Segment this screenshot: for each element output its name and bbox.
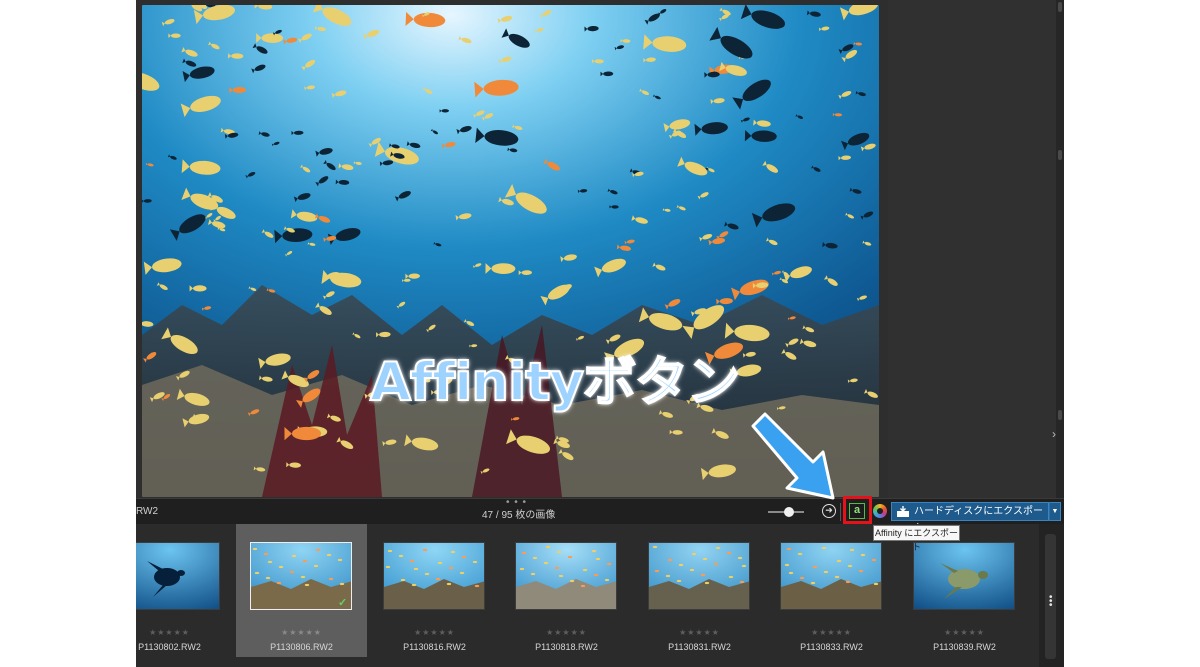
filmstrip-scrollbar[interactable]: • • • bbox=[1039, 524, 1064, 667]
thumbnail-filename: P1130818.RW2 bbox=[535, 642, 598, 652]
tooltip: Affinity にエクスポート bbox=[873, 525, 960, 552]
slider-knob[interactable] bbox=[784, 507, 794, 517]
check-icon: ✓ bbox=[338, 597, 348, 609]
export-to-hard-disk-button[interactable]: ハードディスクにエクスポート bbox=[891, 502, 1049, 534]
thumbnail-filename: P1130839.RW2 bbox=[933, 642, 996, 652]
thumbnail-image[interactable] bbox=[648, 542, 750, 610]
star-rating[interactable]: ★★★★★ bbox=[634, 628, 765, 637]
chevron-right-icon[interactable]: › bbox=[1052, 427, 1056, 441]
export-dropdown-button[interactable]: ▼ bbox=[1049, 502, 1061, 521]
status-bar: RW2 • • • 47 / 95 枚の画像 ➜ a ハードディスクにエクスポー… bbox=[136, 496, 1064, 534]
right-panel-scrollbar[interactable] bbox=[1056, 0, 1064, 498]
thumbnail-image[interactable] bbox=[136, 542, 220, 610]
scroll-thumb-mid[interactable] bbox=[1058, 150, 1062, 160]
photo-app-window: › RW2 • • • 47 / 95 枚の画像 ➜ a ハードディスクにエクス… bbox=[136, 0, 1064, 667]
thumbnail-filename: P1130831.RW2 bbox=[668, 642, 731, 652]
thumbnail-image[interactable] bbox=[383, 542, 485, 610]
thumbnail-image[interactable] bbox=[515, 542, 617, 610]
star-rating[interactable]: ★★★★★ bbox=[369, 628, 500, 637]
annotation-label: Affinityボタン bbox=[369, 351, 741, 414]
thumbnail-filename: P1130833.RW2 bbox=[800, 642, 863, 652]
star-rating[interactable]: ★★★★★ bbox=[899, 628, 1030, 637]
scroll-thumb-low[interactable] bbox=[1058, 410, 1062, 420]
star-rating[interactable]: ★★★★★ bbox=[766, 628, 897, 637]
scroll-thumb-top[interactable] bbox=[1058, 2, 1062, 12]
filmstrip: ★★★★★ P1130802.RW2 ✓ ★★★★★ P1130806.RW2 … bbox=[136, 524, 1064, 667]
filmstrip-tile[interactable]: ✓ ★★★★★ P1130806.RW2 bbox=[236, 524, 367, 657]
star-rating[interactable]: ★★★★★ bbox=[136, 628, 235, 637]
annotation-highlight-box bbox=[843, 496, 872, 524]
star-rating[interactable]: ★★★★★ bbox=[236, 628, 367, 637]
right-side-panel: › bbox=[888, 0, 1064, 498]
image-count: 47 / 95 枚の画像 bbox=[482, 510, 556, 521]
annotation-arrow-icon bbox=[751, 412, 835, 500]
thumbnail-filename: P1130816.RW2 bbox=[403, 642, 466, 652]
filmstrip-tile[interactable]: ★★★★★ P1130831.RW2 bbox=[634, 524, 765, 657]
star-rating[interactable]: ★★★★★ bbox=[501, 628, 632, 637]
thumbnail-filename: P1130802.RW2 bbox=[138, 642, 201, 652]
filmstrip-tile[interactable]: ★★★★★ P1130816.RW2 bbox=[369, 524, 500, 657]
thumbnail-image[interactable] bbox=[913, 542, 1015, 610]
image-viewer: › bbox=[136, 0, 1064, 498]
filmstrip-tile[interactable]: ★★★★★ P1130818.RW2 bbox=[501, 524, 632, 657]
thumbnail-size-slider[interactable] bbox=[768, 507, 804, 517]
screenshot-stage: › RW2 • • • 47 / 95 枚の画像 ➜ a ハードディスクにエクス… bbox=[0, 0, 1200, 667]
thumbnail-image[interactable] bbox=[250, 542, 352, 610]
apple-photos-export-button[interactable] bbox=[873, 504, 887, 518]
chevron-down-icon: ▼ bbox=[1051, 508, 1059, 515]
filmstrip-tile[interactable]: ★★★★★ P1130833.RW2 bbox=[766, 524, 897, 657]
filmstrip-tile[interactable]: ★★★★★ P1130802.RW2 bbox=[136, 524, 235, 657]
thumbnail-image[interactable] bbox=[780, 542, 882, 610]
more-options-icon[interactable]: • • • bbox=[1049, 593, 1053, 611]
current-filename: RW2 bbox=[136, 506, 159, 517]
thumbnail-filename: P1130806.RW2 bbox=[270, 642, 333, 652]
hard-disk-icon bbox=[897, 506, 909, 517]
